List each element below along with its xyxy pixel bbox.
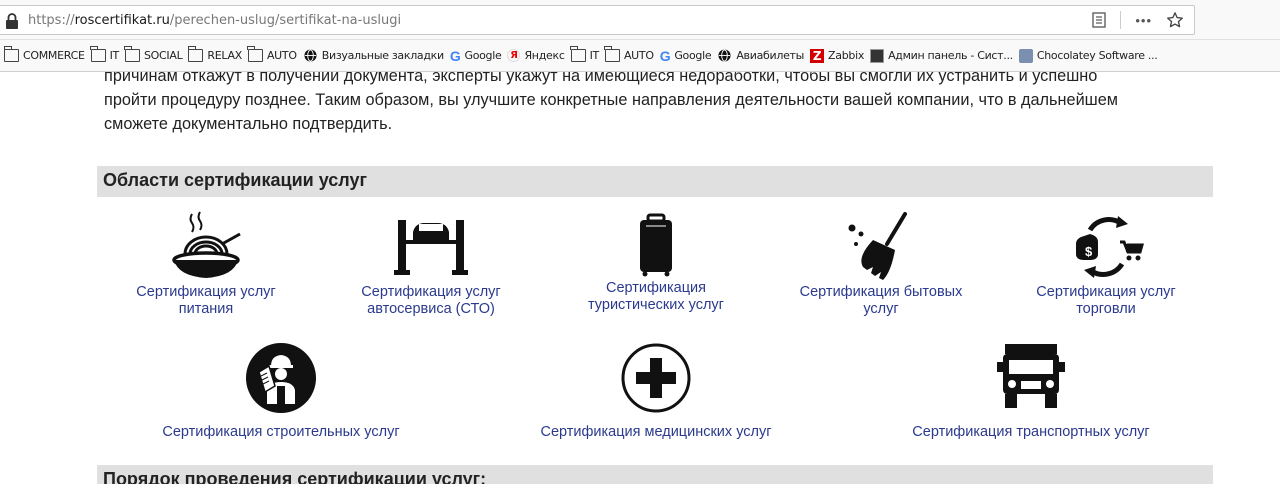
url-path: /perechen-uslug/sertifikat-na-uslugi [169,13,402,28]
service-label: Сертификация транспортных услуг [912,424,1150,440]
service-label: Сертификация услуг [1036,284,1176,300]
service-label: торговли [1076,301,1136,317]
bookmark-google-2[interactable]: G Google [660,48,718,64]
service-label: туристических услуг [588,297,724,313]
folder-icon [187,46,204,62]
service-trade[interactable]: $ Сертификация услуг торговли [1020,210,1192,318]
bookmark-yandex[interactable]: Я Яндекс [507,49,570,62]
section-title-procedure: Порядок проведения сертификации услуг: [97,465,1213,484]
bookmark-commerce[interactable]: COMMERCE [3,46,91,62]
service-tourism[interactable]: Сертификация туристических услуг [570,210,742,314]
url-host: roscertifikat.ru [74,13,170,28]
truck-icon [997,344,1065,408]
service-autoservice[interactable]: Сертификация услуг автосервиса (СТО) [345,210,517,318]
page-actions-menu[interactable]: ••• [1135,13,1152,28]
service-label: Сертификация строительных услуг [162,424,400,440]
yandex-icon: Я [507,49,521,62]
globe-icon [304,49,317,62]
bookmark-aviabilety[interactable]: Авиабилеты [717,49,810,62]
lock-icon [6,13,18,29]
section-title-areas: Области сертификации услуг [97,166,1213,197]
folder-icon [247,46,263,62]
bookmark-admin[interactable]: Админ панель - Сист... [870,48,1019,63]
zabbix-icon: Z [810,48,825,63]
folder-icon [570,46,586,62]
chocolatey-icon [1018,48,1033,63]
service-label: Сертификация [605,280,707,296]
url-actions: ••• [1092,11,1184,29]
bookmark-chocolatey[interactable]: Chocolatey Software ... [1018,48,1164,63]
bookmarks-toolbar: COMMERCE IT SOCIAL RELAX AUTO Визуальные… [0,40,1280,72]
service-label: Сертификация бытовых [799,284,963,300]
service-transport[interactable]: Сертификация транспортных услуг [890,342,1172,441]
folder-icon [3,46,19,62]
food-bowl-icon [172,211,241,278]
intro-line: пройти процедуру позднее. Таким образом,… [104,91,1118,109]
bookmark-relax[interactable]: RELAX [187,46,248,62]
bookmark-google[interactable]: G Google [450,48,508,64]
broom-icon [848,212,907,280]
google-icon: G [659,47,671,64]
service-label: Сертификация услуг [361,284,501,300]
bookmark-visual[interactable]: Визуальные закладки [303,49,450,62]
page-content: причинам откажут в получении документа, … [0,72,1280,484]
car-lift-icon [394,220,468,275]
builder-icon [246,343,316,413]
admin-icon [870,48,885,63]
reader-mode-icon[interactable] [1092,12,1106,28]
service-construction[interactable]: Сертификация строительных услуг [140,342,422,441]
service-label: услуг [863,301,899,317]
service-label: автосервиса (СТО) [367,301,495,317]
service-medical[interactable]: Сертификация медицинских услуг [520,342,792,441]
url-separator [1120,11,1122,29]
url-text[interactable]: https://roscertifikat.ru/perechen-uslug/… [28,13,401,28]
bookmark-it-2[interactable]: IT [570,46,605,62]
globe-icon [718,49,731,62]
intro-paragraph: причинам откажут в получении документа, … [104,72,1214,136]
browser-toolbar: https://roscertifikat.ru/perechen-uslug/… [0,0,1280,40]
service-label: Сертификация медицинских услуг [540,424,772,440]
suitcase-icon [640,213,672,277]
service-food[interactable]: Сертификация услуг питания [120,210,292,318]
folder-icon [604,46,620,62]
bookmark-social[interactable]: SOCIAL [124,46,188,62]
folder-icon [124,46,140,62]
bookmark-auto[interactable]: AUTO [247,46,303,62]
service-label: питания [178,301,234,317]
service-label: Сертификация услуг [136,284,276,300]
url-scheme: https:// [28,13,75,28]
intro-line: сможете документально подтвердить. [104,115,393,133]
star-icon[interactable] [1166,11,1184,29]
folder-icon [90,46,106,62]
trade-cycle-icon: $ [1076,216,1144,278]
medical-cross-icon [621,343,691,413]
address-bar[interactable]: https://roscertifikat.ru/perechen-uslug/… [0,5,1195,35]
google-icon: G [449,47,461,64]
service-household[interactable]: Сертификация бытовых услуг [786,210,976,318]
intro-line: причинам откажут в получении документа, … [104,72,1098,85]
bookmark-auto-2[interactable]: AUTO [604,46,660,62]
bookmark-it[interactable]: IT [90,46,125,62]
bookmark-zabbix[interactable]: Z Zabbix [810,48,870,63]
svg-text:$: $ [1085,244,1093,259]
